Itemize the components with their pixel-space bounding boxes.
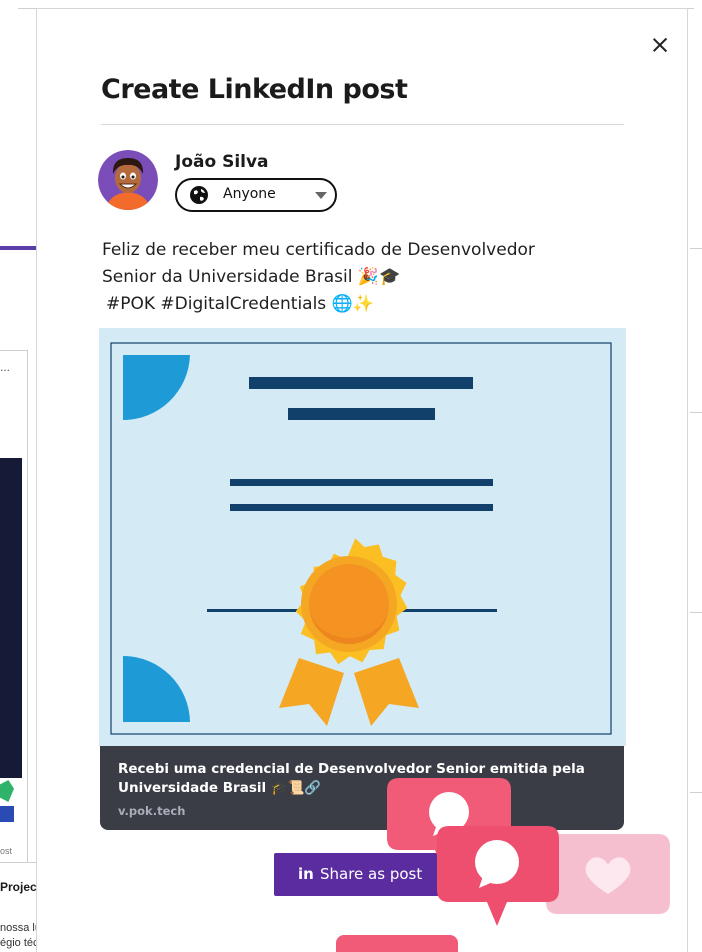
modal-title: Create LinkedIn post — [101, 74, 408, 105]
globe-icon — [190, 186, 208, 204]
post-text-line: Feliz de receber meu certificado de Dese… — [102, 240, 535, 260]
post-text-line: #POK #DigitalCredentials 🌐✨ — [106, 294, 374, 314]
background-divider — [690, 248, 702, 249]
preview-caption-url: v.pok.tech — [118, 804, 186, 818]
background-more-icon: ... — [0, 360, 11, 374]
background-divider — [690, 612, 702, 613]
certificate-preview-image — [99, 328, 626, 746]
chevron-down-icon — [315, 192, 327, 199]
background-partial-text: ost — [0, 846, 13, 856]
background-divider — [690, 412, 702, 413]
background-right-panel — [686, 250, 702, 950]
background-banner-image — [0, 458, 22, 778]
visibility-dropdown[interactable]: Anyone — [175, 178, 337, 212]
close-icon[interactable] — [648, 34, 672, 58]
heart-bubble-icon — [546, 834, 670, 914]
background-divider — [690, 792, 702, 793]
background-logo-icon-2 — [0, 806, 14, 822]
title-divider — [101, 124, 624, 125]
linkedin-icon: in — [298, 865, 314, 883]
post-text-editor[interactable]: Feliz de receber meu certificado de Dese… — [102, 237, 642, 318]
visibility-label: Anyone — [223, 186, 276, 202]
bubble-icon — [336, 935, 458, 952]
preview-caption-title: Recebi uma credencial de Desenvolvedor S… — [118, 761, 585, 796]
post-text-line: Senior da Universidade Brasil 🎉🎓 — [102, 267, 401, 287]
background-accent-line — [0, 246, 36, 250]
preview-caption[interactable]: Recebi uma credencial de Desenvolvedor S… — [100, 746, 624, 830]
avatar — [98, 150, 158, 210]
author-name: João Silva — [175, 152, 269, 172]
comment-bubble-icon — [437, 826, 559, 926]
